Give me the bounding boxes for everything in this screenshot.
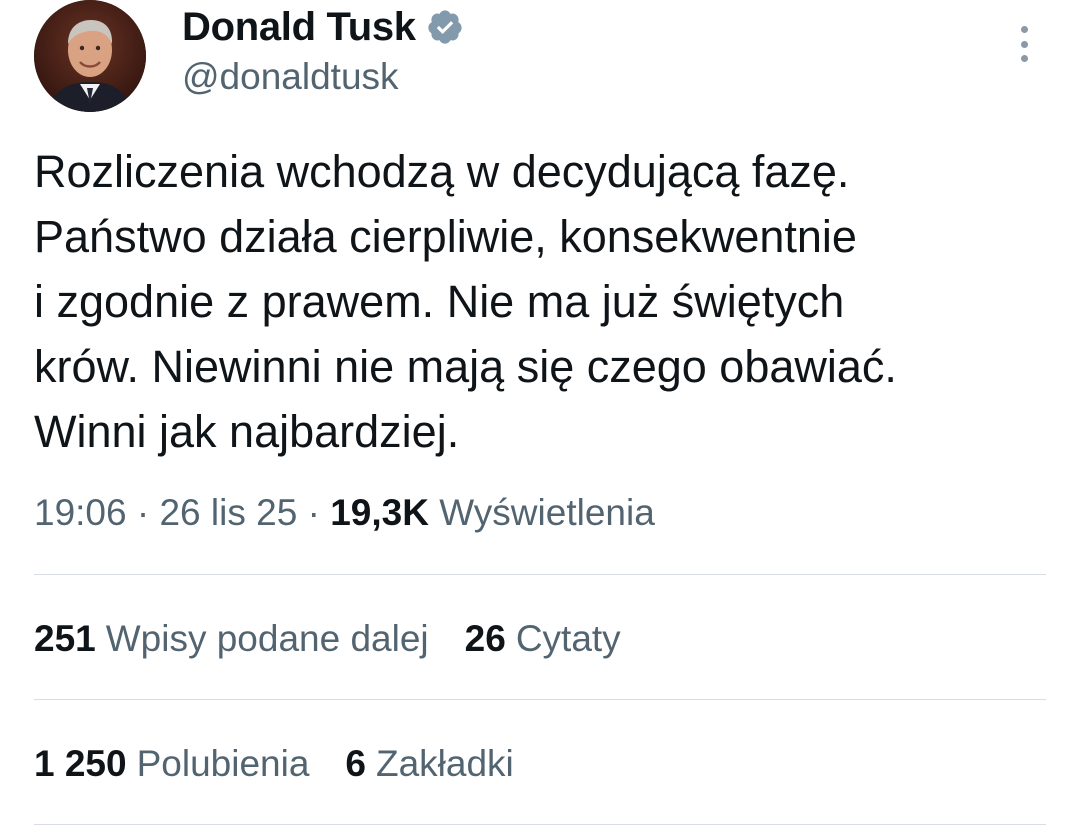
divider [34, 699, 1046, 700]
more-vertical-icon [1020, 26, 1028, 33]
quotes-stat[interactable]: 26 Cytaty [465, 618, 621, 660]
reposts-count: 251 [34, 618, 96, 659]
tweet-text-line: i zgodnie z prawem. Nie ma już świętych [34, 276, 845, 327]
bookmarks-label: Zakładki [375, 743, 514, 784]
reposts-stat[interactable]: 251 Wpisy podane dalej [34, 618, 429, 660]
views-count: 19,3K [330, 492, 429, 533]
avatar-photo [34, 0, 146, 112]
meta-separator: · [126, 492, 160, 533]
quotes-label: Cytaty [515, 618, 621, 659]
views-label: Wyświetlenia [439, 492, 655, 533]
likes-label: Polubienia [136, 743, 310, 784]
author-display-name[interactable]: Donald Tusk [182, 5, 416, 50]
tweet-time[interactable]: 19:06 [34, 492, 127, 533]
stats-row-reposts: 251 Wpisy podane dalej 26 Cytaty [34, 618, 621, 660]
divider [34, 824, 1046, 825]
tweet-text-line: Rozliczenia wchodzą w decydującą fazę. [34, 146, 850, 197]
reposts-label: Wpisy podane dalej [105, 618, 429, 659]
avatar[interactable] [34, 0, 146, 112]
author-handle[interactable]: @donaldtusk [182, 56, 399, 98]
tweet-date[interactable]: 26 lis 25 [159, 492, 297, 533]
tweet-meta: 19:06 · 26 lis 25 · 19,3K Wyświetlenia [34, 492, 655, 534]
stats-row-likes: 1 250 Polubienia 6 Zakładki [34, 743, 514, 785]
likes-stat[interactable]: 1 250 Polubienia [34, 743, 309, 785]
tweet-text: Rozliczenia wchodzą w decydującą fazę. P… [34, 139, 1064, 464]
tweet-text-line: Państwo działa cierpliwie, konsekwentnie [34, 211, 857, 262]
bookmarks-count: 6 [345, 743, 366, 784]
verified-badge-icon [426, 8, 464, 46]
likes-count: 1 250 [34, 743, 127, 784]
tweet-text-line: Winni jak najbardziej. [34, 406, 460, 457]
tweet-text-line: krów. Niewinni nie mają się czego obawia… [34, 341, 897, 392]
meta-separator: · [297, 492, 331, 533]
author-name-row: Donald Tusk [182, 2, 464, 52]
bookmarks-stat[interactable]: 6 Zakładki [345, 743, 513, 785]
more-options-button[interactable] [1004, 22, 1044, 66]
divider [34, 574, 1046, 575]
quotes-count: 26 [464, 618, 506, 659]
